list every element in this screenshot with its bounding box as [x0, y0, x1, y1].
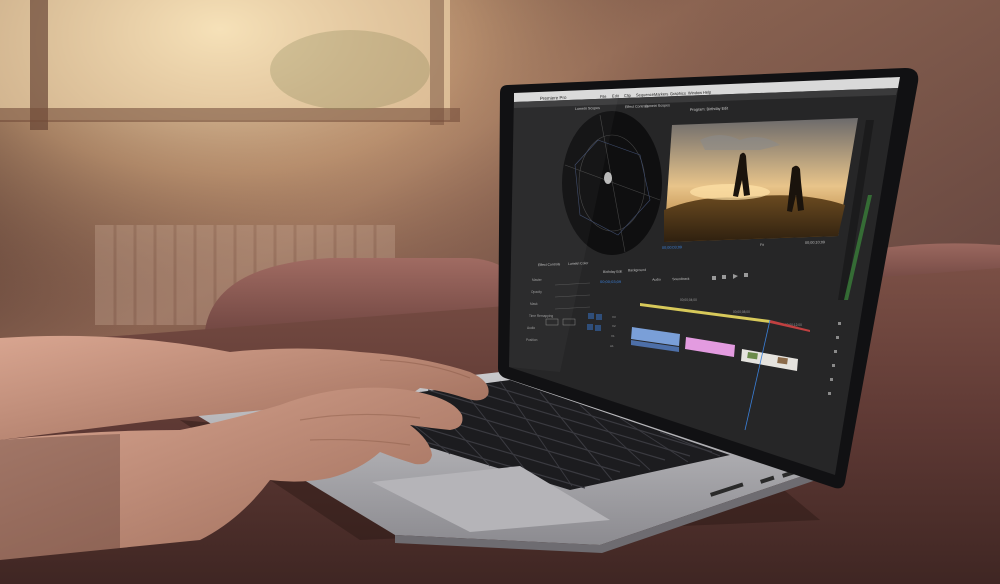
track-v1[interactable]: V1: [611, 334, 615, 338]
photo-svg: Premiere Pro File Edit Clip Sequence Mar…: [0, 0, 1000, 584]
track-v2[interactable]: V2: [612, 324, 616, 328]
ruler-mark-1: 00;00;08;00: [733, 310, 750, 314]
timeline-timecode: 00;00;03;09: [600, 279, 622, 284]
photo-scene: Premiere Pro File Edit Clip Sequence Mar…: [0, 0, 1000, 584]
timeline-tab-2[interactable]: Audio: [652, 278, 661, 282]
menu-item-markers[interactable]: Markers: [654, 91, 669, 97]
program-fit-select[interactable]: Fit: [760, 243, 764, 247]
ruler-mark-0: 00;00;04;00: [680, 298, 697, 302]
timeline-tab-3[interactable]: Soundtrack: [672, 277, 690, 281]
timeline-tab-1[interactable]: Background: [628, 268, 646, 272]
window: [0, 0, 460, 130]
menu-item-graphics[interactable]: Graphics: [670, 91, 686, 97]
track-v3[interactable]: V3: [612, 315, 616, 319]
menu-item-help[interactable]: Help: [703, 90, 712, 95]
program-monitor-video: [664, 118, 858, 242]
track-a1[interactable]: A1: [610, 344, 614, 348]
menu-item-window[interactable]: Window: [688, 90, 703, 96]
program-timecode-left: 00;00;03;09: [662, 245, 682, 250]
menu-item-clip[interactable]: Clip: [624, 93, 632, 98]
timeline-tab-0[interactable]: Birthday Edit: [603, 270, 622, 275]
menu-item-sequence[interactable]: Sequence: [636, 92, 655, 98]
program-timecode-right: 00;00;10;09: [805, 240, 825, 245]
